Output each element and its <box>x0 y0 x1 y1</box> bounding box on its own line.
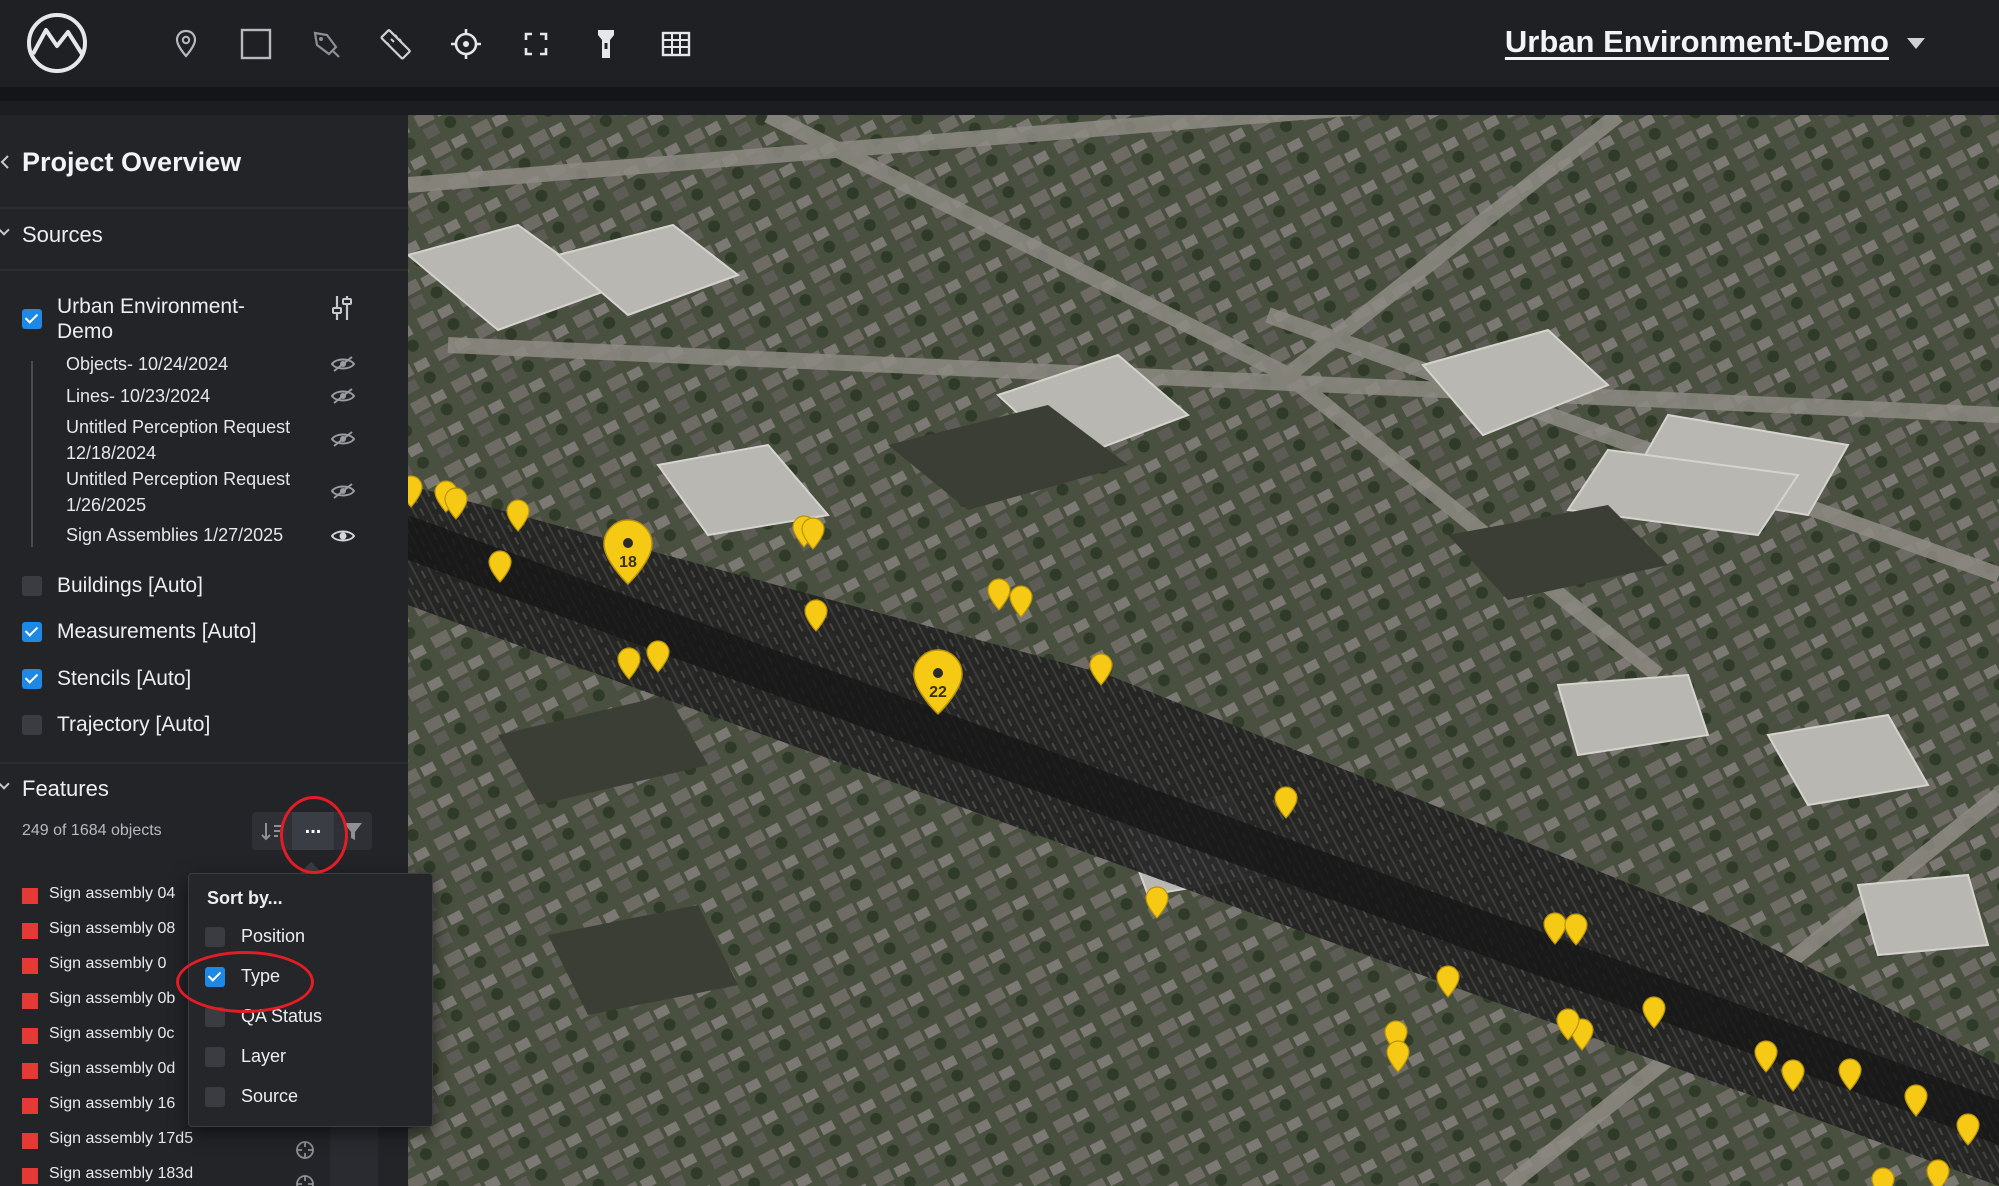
pen-tool-icon[interactable] <box>306 24 346 64</box>
sort-option-label: Source <box>241 1086 299 1106</box>
feature-label: Sign assembly 04 <box>49 885 176 902</box>
flashlight-tool-icon[interactable] <box>586 24 626 64</box>
ruler-tool-icon[interactable] <box>376 24 416 64</box>
locate-target-icon[interactable] <box>294 1173 316 1186</box>
more-options-button[interactable]: ... <box>292 812 334 850</box>
layer-perception-2-label[interactable]: Untitled Perception Request 1/26/2025 <box>66 466 290 518</box>
source-name[interactable]: Urban Environment- Demo <box>57 294 245 344</box>
divider <box>0 207 408 209</box>
feature-item[interactable]: Sign assembly 17d5 <box>22 1126 322 1156</box>
features-chevron-icon[interactable] <box>0 778 10 790</box>
feature-label: Sign assembly 0c <box>49 1025 175 1042</box>
sort-option-label: Position <box>241 926 306 946</box>
layer-objects-label[interactable]: Objects- 10/24/2024 <box>66 351 228 377</box>
sort-option-label: QA Status <box>241 1006 323 1026</box>
measurements-checkbox[interactable] <box>22 622 42 642</box>
stencils-checkbox[interactable] <box>22 669 42 689</box>
marker-tool-icon[interactable] <box>166 24 206 64</box>
feature-item[interactable]: Sign assembly 183d <box>22 1161 322 1186</box>
source-settings-icon[interactable] <box>328 293 356 323</box>
collapse-panel-icon[interactable] <box>0 155 10 169</box>
eye-slash-icon[interactable] <box>330 430 356 448</box>
rectangle-tool-icon[interactable] <box>236 24 276 64</box>
feature-label: Sign assembly 183d <box>49 1165 194 1182</box>
eye-slash-icon[interactable] <box>330 482 356 500</box>
sort-icon[interactable] <box>252 812 292 850</box>
feature-color-marker <box>22 923 38 939</box>
feature-color-marker <box>22 1063 38 1079</box>
feature-color-marker <box>22 993 38 1009</box>
layer-perception-1-label[interactable]: Untitled Perception Request 12/18/2024 <box>66 414 290 466</box>
stencils-label[interactable]: Stencils [Auto] <box>57 666 191 691</box>
locate-target-icon[interactable] <box>294 1139 316 1161</box>
feature-color-marker <box>22 1168 38 1184</box>
eye-icon[interactable] <box>330 527 356 545</box>
feature-color-marker <box>22 888 38 904</box>
cluster-count: 18 <box>619 554 637 571</box>
sort-option-layer[interactable]: Layer <box>205 1043 415 1073</box>
sort-option-label: Type <box>241 966 281 986</box>
measurements-label[interactable]: Measurements [Auto] <box>57 619 257 644</box>
filter-icon[interactable] <box>334 812 372 850</box>
sort-by-menu: Sort by... Position Type QA Status Layer… <box>188 873 433 1127</box>
feature-color-marker <box>22 1028 38 1044</box>
features-section-header[interactable]: Features <box>22 776 109 802</box>
feature-label: Sign assembly 0d <box>49 1060 176 1077</box>
chevron-down-icon[interactable] <box>1907 38 1925 49</box>
sort-checkbox[interactable] <box>205 1087 225 1107</box>
tree-line <box>31 361 33 547</box>
object-count: 249 of 1684 objects <box>22 822 162 839</box>
sort-option-source[interactable]: Source <box>205 1083 415 1113</box>
eye-slash-icon[interactable] <box>330 387 356 405</box>
feature-label: Sign assembly 0b <box>49 990 176 1007</box>
crosshair-tool-icon[interactable] <box>446 24 486 64</box>
trajectory-checkbox[interactable] <box>22 715 42 735</box>
sort-checkbox[interactable] <box>205 1007 225 1027</box>
sort-option-qa-status[interactable]: QA Status <box>205 1003 415 1033</box>
divider <box>0 762 408 764</box>
buildings-checkbox[interactable] <box>22 576 42 596</box>
layer-sign-assemblies-label[interactable]: Sign Assemblies 1/27/2025 <box>66 522 283 548</box>
feature-toolbar: ... <box>252 812 372 850</box>
popup-arrow <box>300 862 322 873</box>
feature-label: Sign assembly 16 <box>49 1095 176 1112</box>
trajectory-label[interactable]: Trajectory [Auto] <box>57 712 210 737</box>
grid-tool-icon[interactable] <box>656 24 696 64</box>
app-logo-icon[interactable] <box>24 10 90 76</box>
sources-section-header[interactable]: Sources <box>22 222 103 248</box>
layer-lines-label[interactable]: Lines- 10/23/2024 <box>66 383 210 409</box>
panel-title: Project Overview <box>22 147 242 177</box>
feature-color-marker <box>22 1098 38 1114</box>
cluster-count: 22 <box>929 684 947 701</box>
sort-option-label: Layer <box>241 1046 287 1066</box>
sort-menu-title: Sort by... <box>207 888 283 908</box>
feature-label: Sign assembly 17d5 <box>49 1130 194 1147</box>
project-name-dropdown[interactable]: Urban Environment-Demo <box>1505 24 1889 60</box>
sort-checkbox[interactable] <box>205 967 225 987</box>
buildings-label[interactable]: Buildings [Auto] <box>57 573 203 598</box>
sort-option-position[interactable]: Position <box>205 923 415 953</box>
sources-chevron-icon[interactable] <box>0 224 10 236</box>
divider <box>0 269 408 271</box>
fit-view-tool-icon[interactable] <box>516 24 556 64</box>
feature-label: Sign assembly 0 <box>49 955 167 972</box>
feature-color-marker <box>22 1133 38 1149</box>
sort-checkbox[interactable] <box>205 1047 225 1067</box>
sort-option-type[interactable]: Type <box>205 963 415 993</box>
eye-slash-icon[interactable] <box>330 355 356 373</box>
feature-color-marker <box>22 958 38 974</box>
sort-checkbox[interactable] <box>205 927 225 947</box>
map-3d-view[interactable]: 18 22 <box>408 115 1999 1186</box>
feature-label: Sign assembly 08 <box>49 920 176 937</box>
map-canvas: 18 22 <box>408 115 1999 1186</box>
source-checkbox[interactable] <box>22 309 42 329</box>
top-bar: Urban Environment-Demo <box>0 0 1999 101</box>
